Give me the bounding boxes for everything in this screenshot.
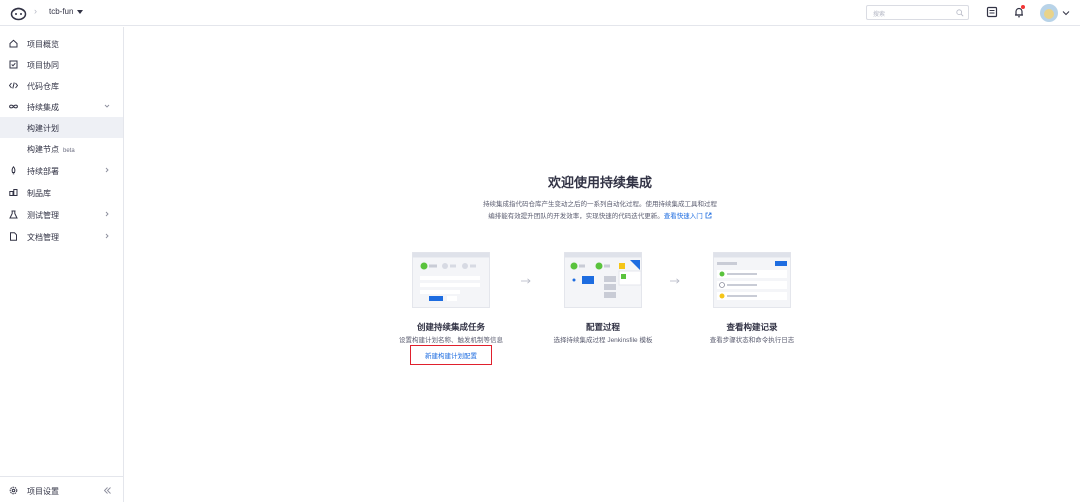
sidebar-item-label-wrap: 构建节点 beta — [27, 144, 75, 155]
page-description: 持续集成指代码仓库产生变动之后的一系列自动化过程。使用持续集成工具和过程 编排能… — [440, 199, 760, 223]
sidebar-item-collaboration[interactable]: 项目协同 — [0, 54, 123, 75]
collapse-sidebar-icon[interactable] — [103, 486, 112, 495]
chevron-right-icon — [105, 233, 109, 239]
arrow-right-icon — [521, 278, 531, 284]
chevron-up-icon — [104, 104, 110, 108]
step-2-description: 选择持续集成过程 Jenkinsfile 模板 — [553, 337, 653, 344]
sidebar-item-artifacts[interactable]: 制品库 — [0, 182, 123, 203]
sidebar-item-build-plans[interactable]: 构建计划 — [0, 117, 123, 138]
sidebar-item-overview[interactable]: 项目概览 — [0, 33, 123, 54]
gear-icon — [9, 486, 18, 495]
external-link-icon[interactable] — [705, 212, 712, 219]
project-name: tcb-fun — [49, 7, 74, 16]
step-3-title: 查看构建记录 — [726, 322, 778, 332]
home-icon — [9, 39, 18, 48]
sidebar-item-label: 代码仓库 — [27, 82, 59, 91]
sidebar-item-label: 测试管理 — [27, 211, 59, 220]
search-placeholder: 搜索 — [873, 12, 886, 18]
new-build-plan-link[interactable]: 新建构建计划配置 — [410, 345, 492, 365]
sidebar-footer: 项目设置 — [0, 476, 123, 502]
code-icon — [9, 82, 18, 89]
description-line-2: 编排能有效提升团队的开发效率，实现快速的代码迭代更新。查看快速入门 — [440, 211, 760, 223]
project-switcher[interactable]: tcb-fun — [49, 7, 84, 16]
sidebar-item-label: 项目协同 — [27, 61, 59, 70]
chevron-right-icon — [105, 211, 109, 217]
rocket-icon — [11, 166, 16, 175]
sidebar-item-label: 文档管理 — [27, 233, 59, 242]
document-icon — [10, 232, 17, 241]
chevron-down-icon[interactable] — [1062, 9, 1070, 17]
sidebar-item-docs[interactable]: 文档管理 — [0, 226, 123, 247]
sidebar-item-cd[interactable]: 持续部署 — [0, 160, 123, 181]
arrow-right-icon — [670, 278, 680, 284]
quick-start-link[interactable]: 查看快速入门 — [664, 213, 703, 220]
step-2-title: 配置过程 — [585, 322, 620, 332]
avatar[interactable] — [1040, 4, 1058, 22]
sidebar-item-label: 持续集成 — [27, 103, 59, 112]
notification-dot — [1021, 5, 1025, 9]
breadcrumb-separator-icon: › — [34, 6, 37, 16]
caret-down-icon — [77, 9, 84, 14]
sidebar-item-label: 构建计划 — [27, 124, 59, 133]
beta-badge: beta — [63, 148, 75, 154]
sidebar-item-label: 持续部署 — [27, 167, 59, 176]
sidebar-item-code-repo[interactable]: 代码仓库 — [0, 75, 123, 96]
search-icon — [956, 9, 964, 17]
sidebar-item-label: 构建节点 — [27, 145, 59, 154]
step-3-description: 查看步骤状态和命令执行日志 — [709, 337, 795, 344]
top-bar: › tcb-fun 搜索 — [0, 0, 1080, 26]
sidebar-item-label: 项目概览 — [27, 40, 59, 49]
configure-process-illustration — [564, 252, 642, 308]
description-text: 编排能有效提升团队的开发效率，实现快速的代码迭代更新。 — [488, 213, 664, 220]
create-task-illustration — [412, 252, 490, 308]
search-input[interactable]: 搜索 — [866, 5, 969, 20]
build-records-illustration — [713, 252, 791, 308]
sidebar-item-testing[interactable]: 测试管理 — [0, 204, 123, 225]
flask-icon — [9, 210, 18, 219]
logo-icon[interactable] — [10, 5, 27, 21]
page-title: 欢迎使用持续集成 — [547, 175, 652, 190]
sidebar-item-build-nodes[interactable]: 构建节点 beta — [0, 138, 123, 159]
project-settings-link[interactable]: 项目设置 — [27, 486, 59, 497]
sidebar-item-label: 制品库 — [27, 189, 51, 198]
sidebar-item-ci[interactable]: 持续集成 — [0, 96, 123, 117]
infinity-icon — [9, 104, 18, 109]
sidebar: 项目概览 项目协同 代码仓库 持续集成 构建计划 构建节点 beta 持续部署 制… — [0, 27, 124, 502]
step-1-title: 创建持续集成任务 — [416, 322, 485, 332]
todo-list-icon[interactable] — [986, 6, 998, 18]
checkbox-icon — [9, 60, 18, 69]
package-icon — [9, 189, 18, 196]
description-line-1: 持续集成指代码仓库产生变动之后的一系列自动化过程。使用持续集成工具和过程 — [483, 201, 717, 208]
chevron-right-icon — [105, 167, 109, 173]
